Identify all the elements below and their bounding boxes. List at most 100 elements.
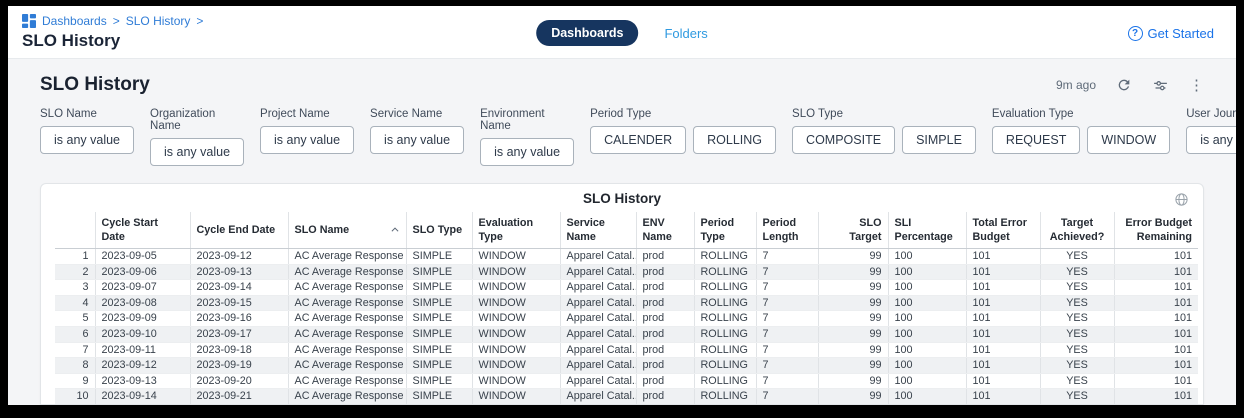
- filter-value-button[interactable]: is any value: [480, 138, 574, 166]
- table-row[interactable]: 92023-09-132023-09-20AC Average Response…: [55, 373, 1198, 389]
- table-cell: 2023-09-13: [95, 373, 190, 389]
- kebab-menu-icon[interactable]: ⋮: [1189, 78, 1204, 93]
- filter-value-button[interactable]: WINDOW: [1087, 126, 1170, 154]
- table-cell: WINDOW: [472, 389, 560, 405]
- column-header[interactable]: SLO Name: [288, 212, 406, 249]
- tile-title: SLO History: [55, 191, 1189, 206]
- table-cell: prod: [636, 358, 694, 374]
- table-cell: ROLLING: [694, 389, 756, 405]
- row-index-cell: 10: [55, 389, 95, 405]
- filter-group: Period Type CALENDERROLLING: [590, 108, 776, 166]
- table-row[interactable]: 62023-09-102023-09-17AC Average Response…: [55, 326, 1198, 342]
- filter-value-button[interactable]: is any value: [1186, 126, 1236, 154]
- globe-icon[interactable]: [1174, 192, 1189, 207]
- table-cell: 2023-09-12: [95, 358, 190, 374]
- filter-value-button[interactable]: CALENDER: [590, 126, 686, 154]
- table-cell: AC Average Response Time: [288, 373, 406, 389]
- sort-asc-icon: [390, 225, 400, 235]
- filter-value-button[interactable]: is any value: [260, 126, 354, 154]
- table-cell: WINDOW: [472, 311, 560, 327]
- filter-value-button[interactable]: COMPOSITE: [792, 126, 895, 154]
- tab-folders[interactable]: Folders: [664, 26, 707, 41]
- filter-value-button[interactable]: is any value: [370, 126, 464, 154]
- table-row[interactable]: 42023-09-082023-09-15AC Average Response…: [55, 295, 1198, 311]
- breadcrumb-separator: >: [196, 14, 203, 28]
- table-cell: YES: [1040, 373, 1114, 389]
- dashboards-grid-icon: [22, 14, 36, 28]
- table-cell: AC Average Response Time: [288, 295, 406, 311]
- table-cell: YES: [1040, 264, 1114, 280]
- table-cell: WINDOW: [472, 264, 560, 280]
- filter-value-button[interactable]: is any value: [150, 138, 244, 166]
- dashboard-content: SLO History 9m ago ⋮ SLO Nameis any valu…: [8, 59, 1236, 405]
- table-cell: WINDOW: [472, 358, 560, 374]
- table-cell: 101: [1114, 295, 1198, 311]
- refresh-icon[interactable]: [1116, 77, 1132, 93]
- column-header[interactable]: Evaluation Type: [472, 212, 560, 249]
- table-cell: AC Average Response Time: [288, 389, 406, 405]
- table-row[interactable]: 52023-09-092023-09-16AC Average Response…: [55, 311, 1198, 327]
- filter-group: Evaluation TypeREQUESTWINDOW: [992, 108, 1170, 166]
- table-row[interactable]: 12023-09-052023-09-12AC Average Response…: [55, 249, 1198, 265]
- table-cell: 2023-09-09: [95, 311, 190, 327]
- table-cell: 101: [966, 326, 1040, 342]
- table-row[interactable]: 22023-09-062023-09-13AC Average Response…: [55, 264, 1198, 280]
- table-cell: ROLLING: [694, 249, 756, 265]
- column-header[interactable]: Cycle Start Date: [95, 212, 190, 249]
- breadcrumb-link-slo-history[interactable]: SLO History: [126, 14, 191, 28]
- table-row[interactable]: 102023-09-142023-09-21AC Average Respons…: [55, 389, 1198, 405]
- table-cell: WINDOW: [472, 295, 560, 311]
- column-header[interactable]: Error Budget Remaining: [1114, 212, 1198, 249]
- table-row[interactable]: 82023-09-122023-09-19AC Average Response…: [55, 358, 1198, 374]
- table-row[interactable]: 32023-09-072023-09-14AC Average Response…: [55, 280, 1198, 296]
- column-header[interactable]: Total Error Budget: [966, 212, 1040, 249]
- filter-label: Service Name: [370, 108, 464, 120]
- table-cell: WINDOW: [472, 280, 560, 296]
- table-cell: 99: [818, 389, 888, 405]
- table-cell: 101: [966, 358, 1040, 374]
- table-cell: ROLLING: [694, 295, 756, 311]
- column-header[interactable]: Period Length: [756, 212, 818, 249]
- filter-value-button[interactable]: is any value: [40, 126, 134, 154]
- table-cell: prod: [636, 373, 694, 389]
- filter-buttons: is any value: [150, 138, 244, 166]
- get-started-button[interactable]: ? Get Started: [1128, 26, 1214, 41]
- table-cell: 101: [1114, 389, 1198, 405]
- table-cell: Apparel Catal...: [560, 326, 636, 342]
- table-cell: ROLLING: [694, 311, 756, 327]
- table-cell: WINDOW: [472, 326, 560, 342]
- filter-buttons: is any value: [480, 138, 574, 166]
- breadcrumb-link-dashboards[interactable]: Dashboards: [42, 14, 107, 28]
- filter-value-button[interactable]: SIMPLE: [902, 126, 976, 154]
- column-header[interactable]: SLO Type: [406, 212, 472, 249]
- tab-dashboards[interactable]: Dashboards: [536, 20, 638, 46]
- filter-value-button[interactable]: REQUEST: [992, 126, 1080, 154]
- table-cell: 2023-09-07: [95, 280, 190, 296]
- column-header[interactable]: Target Achieved?: [1040, 212, 1114, 249]
- table-cell: 99: [818, 264, 888, 280]
- table-cell: prod: [636, 342, 694, 358]
- column-header[interactable]: Service Name: [560, 212, 636, 249]
- column-header[interactable]: Period Type: [694, 212, 756, 249]
- filter-bar: SLO Nameis any valueOrganization Nameis …: [40, 108, 1204, 166]
- table-cell: YES: [1040, 280, 1114, 296]
- filter-buttons: is any value: [40, 126, 134, 154]
- column-header[interactable]: Cycle End Date: [190, 212, 288, 249]
- column-header[interactable]: SLO Target: [818, 212, 888, 249]
- filter-group: Project Nameis any value: [260, 108, 354, 166]
- table-row[interactable]: 72023-09-112023-09-18AC Average Response…: [55, 342, 1198, 358]
- table-cell: prod: [636, 389, 694, 405]
- column-header[interactable]: [55, 212, 95, 249]
- filter-label: SLO Name: [40, 108, 134, 120]
- table-cell: 99: [818, 358, 888, 374]
- table-cell: 101: [966, 249, 1040, 265]
- filter-icon[interactable]: [1152, 77, 1169, 94]
- column-header[interactable]: SLI Percentage: [888, 212, 966, 249]
- table-cell: 100: [888, 249, 966, 265]
- breadcrumb-separator: >: [113, 14, 120, 28]
- row-index-cell: 5: [55, 311, 95, 327]
- filter-value-button[interactable]: ROLLING: [693, 126, 776, 154]
- table-cell: YES: [1040, 311, 1114, 327]
- column-header[interactable]: ENV Name: [636, 212, 694, 249]
- filter-label: Period Type: [590, 108, 776, 120]
